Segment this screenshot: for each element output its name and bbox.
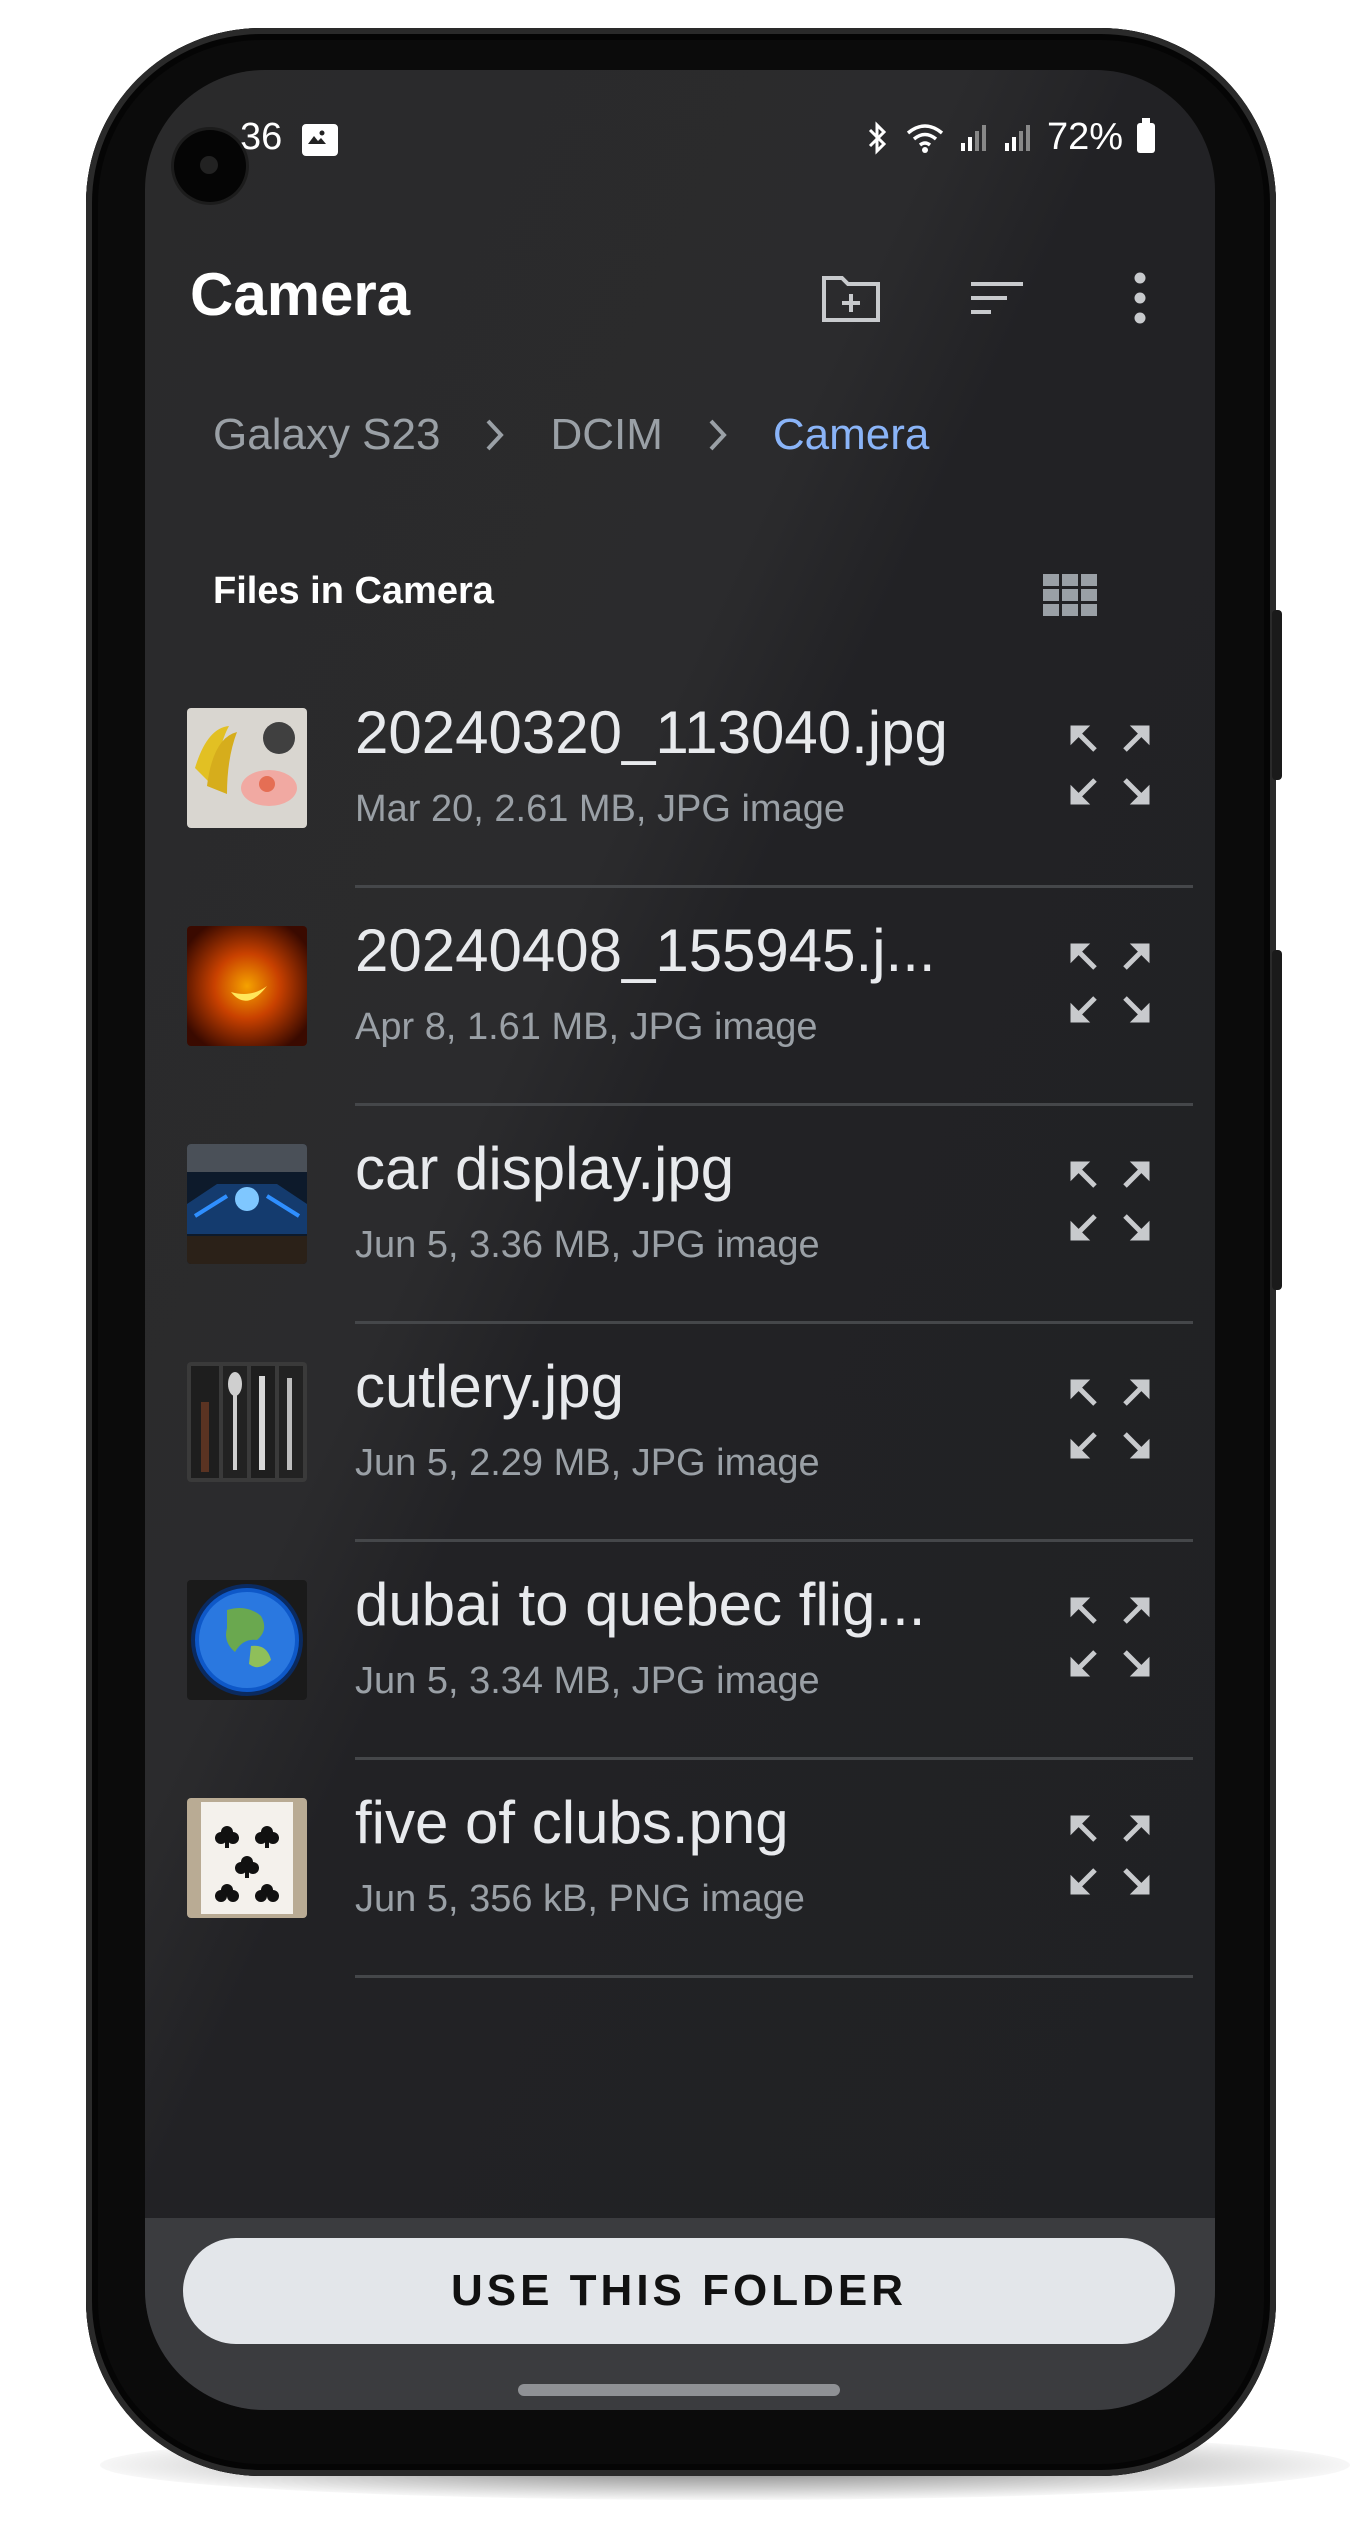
file-meta: Jun 5, 3.34 MB, JPG image bbox=[355, 1660, 820, 1702]
file-meta: Jun 5, 2.29 MB, JPG image bbox=[355, 1442, 820, 1484]
use-this-folder-button[interactable]: USE THIS FOLDER bbox=[183, 2238, 1175, 2344]
new-folder-button[interactable] bbox=[812, 258, 892, 338]
volume-button bbox=[1272, 610, 1282, 780]
file-name: five of clubs.png bbox=[355, 1789, 789, 1856]
more-options-button[interactable] bbox=[1100, 258, 1180, 338]
list-item[interactable]: car display.jpg Jun 5, 3.36 MB, JPG imag… bbox=[145, 1106, 1215, 1324]
divider bbox=[355, 1975, 1193, 1978]
thumbnail bbox=[187, 1798, 307, 1918]
file-name: dubai to quebec flig... bbox=[355, 1571, 926, 1638]
expand-icon bbox=[1070, 1815, 1150, 1895]
app-bar: Camera bbox=[145, 230, 1215, 340]
wifi-icon bbox=[906, 123, 944, 153]
chevron-right-icon bbox=[487, 419, 505, 451]
file-meta: Mar 20, 2.61 MB, JPG image bbox=[355, 788, 845, 830]
battery-percent: 72% bbox=[1046, 116, 1123, 158]
status-bar: 36 72% bbox=[145, 70, 1215, 202]
image-icon bbox=[302, 124, 338, 156]
thumbnail bbox=[187, 1144, 307, 1264]
thumbnail bbox=[187, 1580, 307, 1700]
chevron-right-icon bbox=[709, 419, 727, 451]
expand-button[interactable] bbox=[1065, 1810, 1155, 1900]
expand-icon bbox=[1070, 725, 1150, 805]
sort-icon bbox=[971, 282, 1023, 314]
thumbnail bbox=[187, 1362, 307, 1482]
thumbnail bbox=[187, 926, 307, 1046]
list-item[interactable]: dubai to quebec flig... Jun 5, 3.34 MB, … bbox=[145, 1542, 1215, 1760]
breadcrumb-item-camera[interactable]: Camera bbox=[773, 410, 930, 460]
file-meta: Jun 5, 356 kB, PNG image bbox=[355, 1878, 805, 1920]
expand-button[interactable] bbox=[1065, 1374, 1155, 1464]
more-vert-icon bbox=[1134, 272, 1146, 324]
file-name: cutlery.jpg bbox=[355, 1353, 625, 1420]
file-name: 20240320_113040.jpg bbox=[355, 699, 948, 766]
grid-view-icon bbox=[1043, 574, 1097, 616]
signal-icon bbox=[960, 124, 986, 151]
expand-icon bbox=[1070, 943, 1150, 1023]
file-name: 20240408_155945.j... bbox=[355, 917, 936, 984]
sort-button[interactable] bbox=[957, 258, 1037, 338]
expand-button[interactable] bbox=[1065, 720, 1155, 810]
new-folder-icon bbox=[822, 276, 880, 322]
status-time: 36 bbox=[240, 116, 283, 158]
list-item[interactable]: 20240408_155945.j... Apr 8, 1.61 MB, JPG… bbox=[145, 888, 1215, 1106]
thumbnail bbox=[187, 708, 307, 828]
breadcrumb-item-galaxy[interactable]: Galaxy S23 bbox=[213, 410, 440, 460]
file-meta: Jun 5, 3.36 MB, JPG image bbox=[355, 1224, 820, 1266]
list-item[interactable]: 20240320_113040.jpg Mar 20, 2.61 MB, JPG… bbox=[145, 670, 1215, 888]
grid-view-button[interactable] bbox=[1025, 550, 1115, 640]
expand-button[interactable] bbox=[1065, 938, 1155, 1028]
battery-icon bbox=[1137, 117, 1155, 153]
bluetooth-icon bbox=[868, 120, 887, 155]
expand-button[interactable] bbox=[1065, 1156, 1155, 1246]
breadcrumb-item-dcim[interactable]: DCIM bbox=[550, 410, 662, 460]
bottom-bar: USE THIS FOLDER bbox=[145, 2218, 1215, 2410]
page-title: Camera bbox=[190, 261, 411, 328]
file-name: car display.jpg bbox=[355, 1135, 735, 1202]
expand-icon bbox=[1070, 1379, 1150, 1459]
list-item[interactable]: cutlery.jpg Jun 5, 2.29 MB, JPG image bbox=[145, 1324, 1215, 1542]
power-button bbox=[1272, 950, 1282, 1290]
breadcrumb: Galaxy S23 DCIM Camera bbox=[213, 410, 929, 460]
home-indicator[interactable] bbox=[518, 2384, 840, 2396]
section-label: Files in Camera bbox=[213, 570, 494, 612]
expand-icon bbox=[1070, 1161, 1150, 1241]
front-camera bbox=[174, 130, 246, 202]
expand-button[interactable] bbox=[1065, 1592, 1155, 1682]
file-meta: Apr 8, 1.61 MB, JPG image bbox=[355, 1006, 818, 1048]
signal-icon bbox=[1004, 124, 1030, 151]
expand-icon bbox=[1070, 1597, 1150, 1677]
status-icons: 72% bbox=[865, 116, 1155, 159]
list-item[interactable]: five of clubs.png Jun 5, 356 kB, PNG ima… bbox=[145, 1760, 1215, 1978]
screen: 36 72% Camera Galaxy S23 DCIM Camera Fil… bbox=[145, 70, 1215, 2410]
